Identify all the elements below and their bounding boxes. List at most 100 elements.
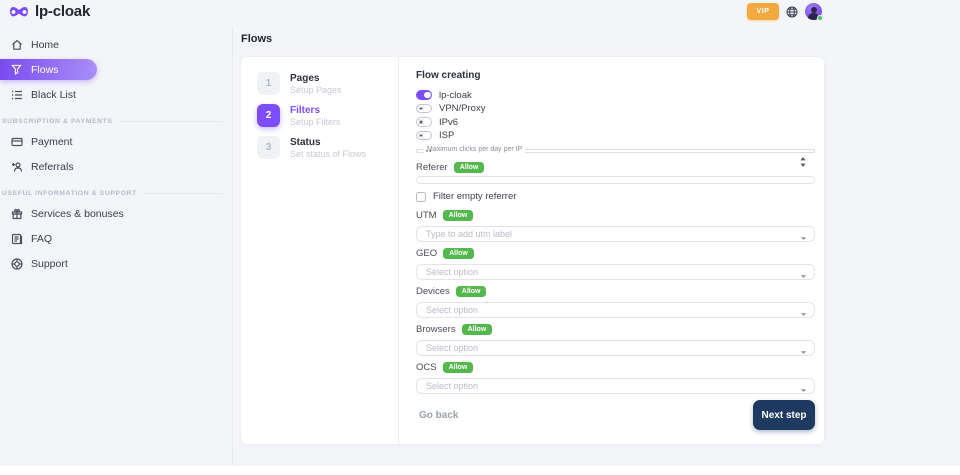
browsers-label-row: Browsers Allow xyxy=(416,324,815,335)
sidebar-item-label: FAQ xyxy=(31,233,52,245)
faq-icon xyxy=(10,232,23,245)
browsers-allow-badge[interactable]: Allow xyxy=(462,324,493,335)
form-title: Flow creating xyxy=(416,70,815,81)
utm-select xyxy=(416,224,815,248)
geo-label-row: GEO Allow xyxy=(416,248,815,259)
toggle-switch[interactable] xyxy=(416,131,432,141)
step-subtitle: Setup Pages xyxy=(290,85,342,96)
referer-label-row: Referer Allow xyxy=(416,162,815,173)
sidebar-item-flows[interactable]: Flows xyxy=(0,59,97,80)
flow-form: Flow creating lp-cloak VPN/Proxy IPv6 IS… xyxy=(399,57,824,444)
checkbox-label: Filter empty referrer xyxy=(433,191,516,202)
toggle-switch[interactable] xyxy=(416,104,432,114)
payment-icon xyxy=(10,135,23,148)
devices-select xyxy=(416,300,815,324)
sidebar-item-label: Payment xyxy=(31,136,72,148)
max-clicks-input[interactable] xyxy=(417,150,814,152)
devices-allow-badge[interactable]: Allow xyxy=(456,286,487,297)
sidebar-item-label: Flows xyxy=(31,64,58,76)
step-title: Filters xyxy=(290,105,341,117)
bottom-strip xyxy=(0,466,960,475)
sidebar-item-services-bonuses[interactable]: Services & bonuses xyxy=(0,203,232,224)
sidebar-item-label: Black List xyxy=(31,89,76,101)
step-title: Status xyxy=(290,137,366,149)
steps-column: 1 Pages Setup Pages 2 Filters Setup Filt… xyxy=(241,57,399,444)
referer-allow-badge[interactable]: Allow xyxy=(454,162,485,173)
app-root: lp-cloak VIP Home xyxy=(0,0,960,475)
browsers-select xyxy=(416,338,815,362)
toggle-switch[interactable] xyxy=(416,90,432,100)
toggle-isp[interactable]: ISP xyxy=(416,131,815,141)
ocs-select-input[interactable] xyxy=(416,378,815,394)
ocs-label-row: OCS Allow xyxy=(416,362,815,373)
referrals-icon xyxy=(10,160,23,173)
toggle-label: IPv6 xyxy=(439,117,458,128)
utm-label-row: UTM Allow xyxy=(416,210,815,221)
max-clicks-field: Maximum clicks per day per IP xyxy=(416,149,815,153)
go-back-button[interactable]: Go back xyxy=(416,410,458,421)
devices-label-row: Devices Allow xyxy=(416,286,815,297)
step-number: 3 xyxy=(257,136,280,159)
sidebar-item-label: Support xyxy=(31,258,68,270)
next-step-button[interactable]: Next step xyxy=(753,400,815,430)
utm-label: UTM xyxy=(416,210,437,221)
sidebar-item-support[interactable]: Support xyxy=(0,253,232,274)
online-status-dot xyxy=(817,15,823,21)
stepper-icon[interactable] xyxy=(799,155,807,167)
devices-label: Devices xyxy=(416,286,450,297)
step-subtitle: Setup Filters xyxy=(290,117,341,128)
flows-icon xyxy=(10,63,23,76)
main-content: Flows 1 Pages Setup Pages 2 Filters Setu… xyxy=(233,27,960,466)
vip-button[interactable]: VIP xyxy=(747,3,779,20)
sidebar-item-faq[interactable]: FAQ xyxy=(0,228,232,249)
referer-input[interactable] xyxy=(416,176,815,184)
browsers-label: Browsers xyxy=(416,324,456,335)
page-title: Flows xyxy=(241,33,272,45)
ocs-label: OCS xyxy=(416,362,437,373)
step-pages[interactable]: 1 Pages Setup Pages xyxy=(257,72,398,96)
globe-icon[interactable] xyxy=(786,6,798,18)
form-footer: Go back Next step xyxy=(416,400,815,430)
filter-empty-referrer-checkbox[interactable] xyxy=(416,192,426,202)
step-subtitle: Set status of Flows xyxy=(290,149,366,160)
avatar[interactable] xyxy=(805,3,822,20)
toggle-vpn-proxy[interactable]: VPN/Proxy xyxy=(416,104,815,114)
devices-select-input[interactable] xyxy=(416,302,815,318)
sidebar-section-header: SUBSCRIPTION & PAYMENTS xyxy=(2,118,232,125)
toggle-label: ISP xyxy=(439,130,454,141)
flow-card: 1 Pages Setup Pages 2 Filters Setup Filt… xyxy=(241,57,824,444)
gift-icon xyxy=(10,207,23,220)
blacklist-icon xyxy=(10,88,23,101)
toggle-ipv6[interactable]: IPv6 xyxy=(416,117,815,127)
section-title: SUBSCRIPTION & PAYMENTS xyxy=(2,118,112,125)
section-title: USEFUL INFORMATION & SUPPORT xyxy=(2,190,137,197)
browsers-select-input[interactable] xyxy=(416,340,815,356)
sidebar-item-black-list[interactable]: Black List xyxy=(0,84,232,105)
toggle-lp-cloak[interactable]: lp-cloak xyxy=(416,90,815,100)
step-status[interactable]: 3 Status Set status of Flows xyxy=(257,136,398,160)
sidebar-section-header: USEFUL INFORMATION & SUPPORT xyxy=(2,190,232,197)
sidebar-item-payment[interactable]: Payment xyxy=(0,131,232,152)
sidebar-item-referrals[interactable]: Referrals xyxy=(0,156,232,177)
utm-allow-badge[interactable]: Allow xyxy=(443,210,474,221)
utm-input[interactable] xyxy=(416,226,815,242)
ocs-select xyxy=(416,376,815,400)
step-filters[interactable]: 2 Filters Setup Filters xyxy=(257,104,398,128)
mask-icon xyxy=(9,5,29,19)
sidebar-item-label: Home xyxy=(31,39,59,51)
geo-select xyxy=(416,262,815,286)
header-actions: VIP xyxy=(747,3,822,20)
toggle-switch[interactable] xyxy=(416,117,432,127)
geo-select-input[interactable] xyxy=(416,264,815,280)
geo-allow-badge[interactable]: Allow xyxy=(443,248,474,259)
ocs-allow-badge[interactable]: Allow xyxy=(443,362,474,373)
filter-empty-referrer-row[interactable]: Filter empty referrer xyxy=(416,191,815,202)
sidebar-item-home[interactable]: Home xyxy=(0,34,232,55)
sidebar-item-label: Referrals xyxy=(31,161,74,173)
toggle-label: VPN/Proxy xyxy=(439,103,485,114)
step-title: Pages xyxy=(290,73,342,85)
referer-label: Referer xyxy=(416,162,448,173)
step-number: 2 xyxy=(257,104,280,127)
sidebar: Home Flows Black List SUBSCRIPTION & PAY… xyxy=(0,27,233,466)
brand-logo[interactable]: lp-cloak xyxy=(9,3,90,20)
